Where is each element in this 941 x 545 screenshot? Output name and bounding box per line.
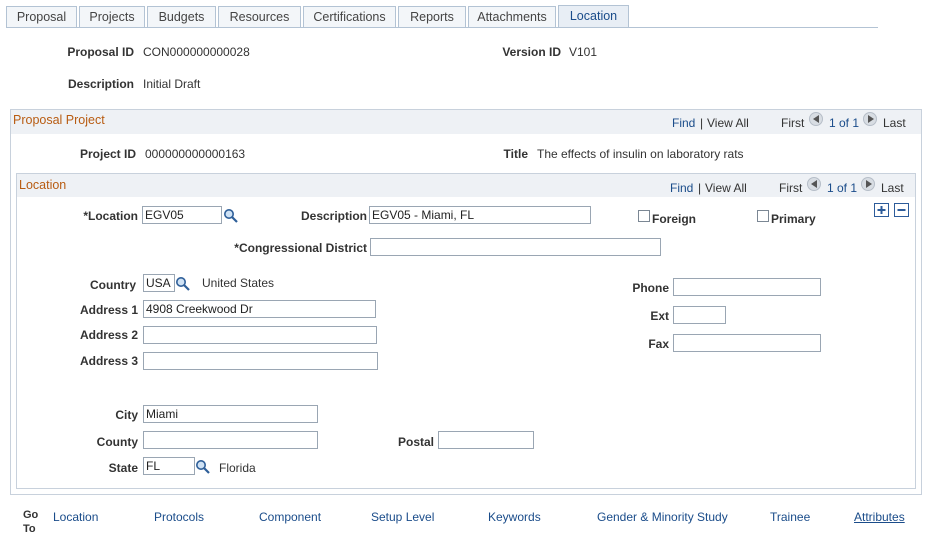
city-input[interactable]: Miami xyxy=(143,405,318,423)
address1-input[interactable]: 4908 Creekwood Dr xyxy=(143,300,376,318)
goto-location-link[interactable]: Location xyxy=(53,510,98,524)
location-view-all-link[interactable]: View All xyxy=(705,181,747,195)
project-find-link[interactable]: Find xyxy=(672,116,695,130)
project-title-label: Title xyxy=(503,147,528,161)
goto-label-line2: To xyxy=(23,523,36,535)
country-input[interactable]: USA xyxy=(143,274,175,292)
tab-budgets[interactable]: Budgets xyxy=(147,6,216,27)
country-label: Country xyxy=(90,278,136,292)
project-id-label: Project ID xyxy=(79,147,136,161)
fax-label: Fax xyxy=(648,337,669,351)
tab-attachments[interactable]: Attachments xyxy=(468,6,556,27)
location-separator: | xyxy=(698,181,702,195)
address1-label: Address 1 xyxy=(79,303,138,317)
location-count: 1 of 1 xyxy=(827,181,858,195)
address3-label: Address 3 xyxy=(79,354,138,368)
description-value: Initial Draft xyxy=(143,77,201,91)
tab-location[interactable]: Location xyxy=(558,5,629,28)
country-name: United States xyxy=(202,276,275,290)
project-count: 1 of 1 xyxy=(829,116,860,130)
goto-attributes-link[interactable]: Attributes xyxy=(854,510,905,524)
postal-input[interactable] xyxy=(438,431,534,449)
fax-input[interactable] xyxy=(673,334,821,352)
address2-input[interactable] xyxy=(143,326,377,344)
congressional-district-input[interactable] xyxy=(370,238,661,256)
state-input[interactable]: FL xyxy=(143,457,195,475)
goto-protocols-link[interactable]: Protocols xyxy=(154,510,204,524)
delete-row-button[interactable] xyxy=(894,203,909,217)
tab-resources[interactable]: Resources xyxy=(218,6,301,27)
country-lookup-icon[interactable] xyxy=(175,276,191,291)
location-next-icon[interactable] xyxy=(861,177,875,191)
location-find-link[interactable]: Find xyxy=(670,181,693,195)
project-separator: | xyxy=(700,116,704,130)
location-title: Location xyxy=(19,178,67,192)
project-title-value: The effects of insulin on laboratory rat… xyxy=(537,147,744,161)
tab-reports[interactable]: Reports xyxy=(398,6,466,27)
goto-component-link[interactable]: Component xyxy=(259,510,321,524)
project-next-icon[interactable] xyxy=(863,112,877,126)
city-label: City xyxy=(115,408,138,422)
location-description-label: Description xyxy=(300,209,367,223)
tab-projects[interactable]: Projects xyxy=(79,6,145,27)
goto-label: Go To xyxy=(23,508,38,536)
project-first-link[interactable]: First xyxy=(781,116,804,130)
proposal-id-value: CON000000000028 xyxy=(143,45,250,59)
phone-input[interactable] xyxy=(673,278,821,296)
location-label: *Location xyxy=(83,209,138,223)
primary-label: Primary xyxy=(771,212,816,226)
project-id-value: 000000000000163 xyxy=(145,147,246,161)
address3-input[interactable] xyxy=(143,352,378,370)
foreign-checkbox[interactable] xyxy=(638,210,650,222)
description-label: Description xyxy=(67,77,134,91)
goto-setup-level-link[interactable]: Setup Level xyxy=(371,510,434,524)
version-id-label: Version ID xyxy=(502,45,561,59)
state-label: State xyxy=(108,461,138,475)
location-last-link[interactable]: Last xyxy=(881,181,904,195)
location-lookup-icon[interactable] xyxy=(223,208,239,223)
state-name: Florida xyxy=(219,461,256,475)
tab-underline xyxy=(6,27,878,28)
primary-checkbox[interactable] xyxy=(757,210,769,222)
goto-gender-minority-link[interactable]: Gender & Minority Study xyxy=(597,510,728,524)
location-input[interactable]: EGV05 xyxy=(142,206,222,224)
tab-certifications[interactable]: Certifications xyxy=(303,6,396,27)
version-id-value: V101 xyxy=(569,45,598,59)
goto-keywords-link[interactable]: Keywords xyxy=(488,510,541,524)
proposal-id-label: Proposal ID xyxy=(67,45,134,59)
goto-label-line1: Go xyxy=(23,509,39,521)
project-prev-icon[interactable] xyxy=(809,112,823,126)
congressional-district-label: *Congressional District xyxy=(234,241,367,255)
location-first-link[interactable]: First xyxy=(779,181,802,195)
location-description-input[interactable]: EGV05 - Miami, FL xyxy=(369,206,591,224)
goto-trainee-link[interactable]: Trainee xyxy=(770,510,810,524)
ext-input[interactable] xyxy=(673,306,726,324)
phone-label: Phone xyxy=(632,281,669,295)
tab-proposal[interactable]: Proposal xyxy=(6,6,77,27)
foreign-label: Foreign xyxy=(652,212,696,226)
ext-label: Ext xyxy=(650,309,669,323)
county-label: County xyxy=(96,435,138,449)
address2-label: Address 2 xyxy=(79,328,138,342)
add-row-button[interactable] xyxy=(874,203,889,217)
project-last-link[interactable]: Last xyxy=(883,116,906,130)
location-prev-icon[interactable] xyxy=(807,177,821,191)
county-input[interactable] xyxy=(143,431,318,449)
project-view-all-link[interactable]: View All xyxy=(707,116,749,130)
proposal-project-title: Proposal Project xyxy=(13,113,105,127)
postal-label: Postal xyxy=(397,435,434,449)
state-lookup-icon[interactable] xyxy=(195,459,211,474)
